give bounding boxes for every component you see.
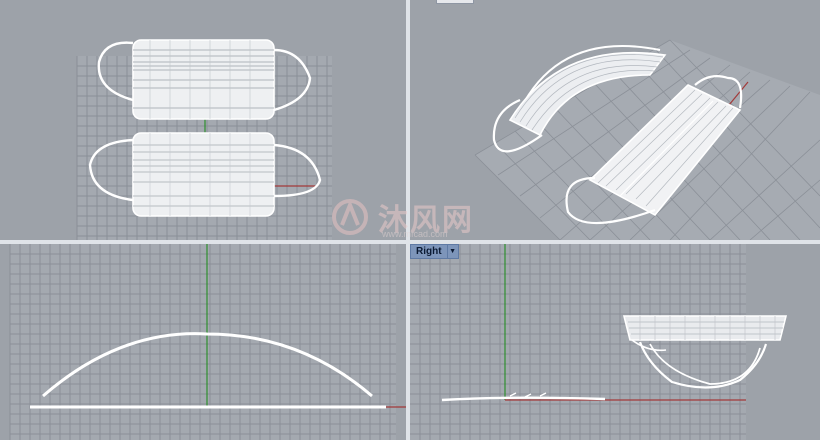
right-viewport-canvas[interactable] (410, 244, 820, 440)
watermark: 沐风网 www.mfcad.com (330, 195, 474, 239)
right-viewport[interactable]: Right ▼ (410, 244, 820, 440)
viewport-divider-horizontal[interactable] (0, 240, 820, 244)
right-viewport-tab[interactable]: Right ▼ (410, 244, 459, 259)
construction-grid (410, 244, 746, 440)
front-viewport[interactable] (0, 244, 406, 440)
mf-logo-icon (332, 199, 368, 235)
front-viewport-canvas[interactable] (0, 244, 406, 440)
perspective-viewport-tab[interactable] (436, 0, 474, 4)
viewport-title[interactable]: Right (411, 246, 447, 257)
construction-grid (9, 244, 396, 440)
dropdown-arrow-icon[interactable]: ▼ (446, 245, 458, 258)
watermark-url: www.mfcad.com (382, 229, 448, 239)
